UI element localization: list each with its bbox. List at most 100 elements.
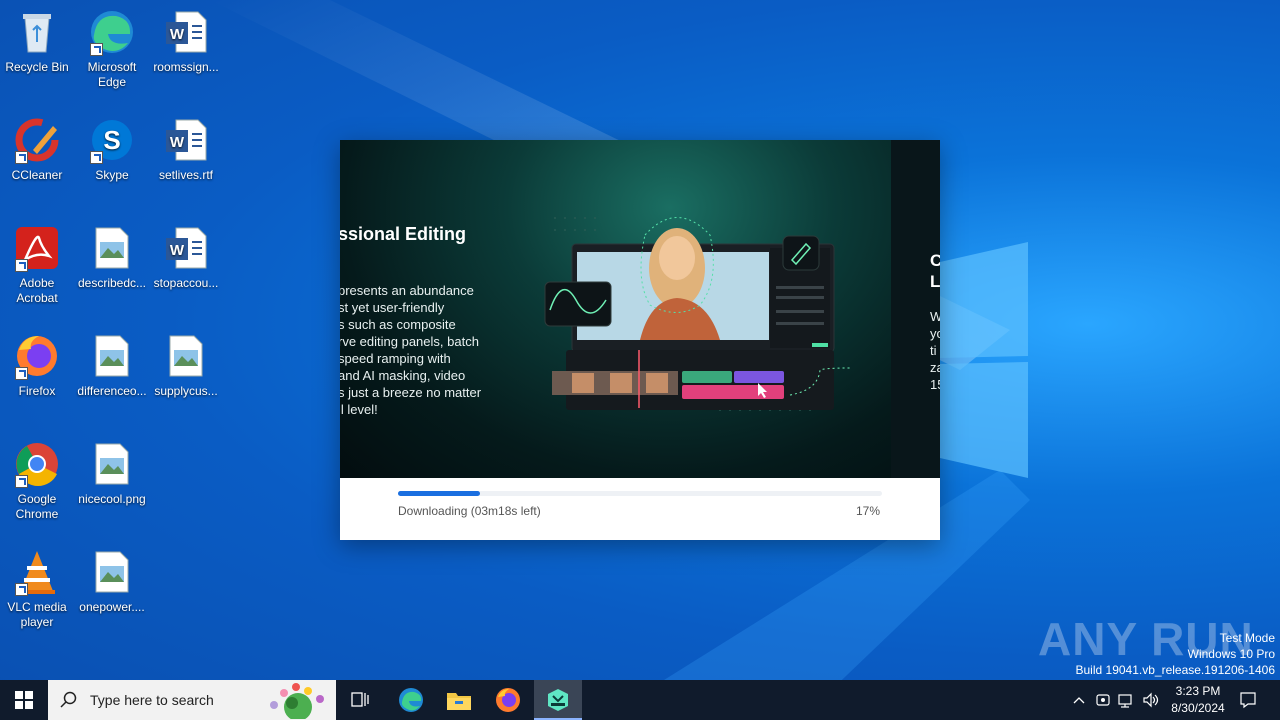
clock[interactable]: 3:23 PM 8/30/2024 <box>1160 683 1236 717</box>
start-button[interactable] <box>0 680 48 720</box>
next-slide-title-line: L <box>930 272 940 291</box>
windows-logo-icon <box>15 691 33 709</box>
volume-icon <box>1143 692 1159 708</box>
tray-app-button[interactable] <box>1092 680 1114 720</box>
slide-body-line: speed ramping with <box>340 351 451 366</box>
next-slide-body-line: W <box>930 309 940 324</box>
show-hidden-icons-button[interactable] <box>1068 680 1090 720</box>
desktop-icon-ccleaner[interactable]: CCleaner <box>0 116 74 183</box>
desktop-icon-skype[interactable]: S Skype <box>75 116 149 183</box>
desktop-icon-label: setlives.rtf <box>158 168 213 182</box>
recycle-bin-icon <box>13 8 61 56</box>
word-document-icon: W <box>162 8 210 56</box>
desktop-icon-setlives-rtf[interactable]: Wsetlives.rtf <box>149 116 223 183</box>
progress-bar <box>398 491 882 496</box>
desktop-icon-label: Adobe Acrobat <box>16 276 58 305</box>
desktop-icon-label: Skype <box>95 168 129 182</box>
clock-date: 8/30/2024 <box>1171 701 1225 715</box>
edge-icon <box>88 8 136 56</box>
slide-body-line: s such as composite <box>340 317 456 332</box>
next-slide-body-line: 15 <box>930 377 940 392</box>
desktop-icon-differenceo[interactable]: differenceo... <box>75 332 149 399</box>
image-file-icon <box>88 548 136 596</box>
installer-window[interactable]: ssional Editing presents an abundance st … <box>340 140 940 540</box>
shortcut-arrow-icon <box>90 151 103 164</box>
image-file-icon <box>88 440 136 488</box>
action-center-button[interactable] <box>1236 680 1260 720</box>
chevron-up-icon <box>1073 697 1085 704</box>
word-document-icon: W <box>162 224 210 272</box>
edge-icon <box>399 688 423 712</box>
desktop-icon-adobe-acrobat[interactable]: Adobe Acrobat <box>0 224 74 306</box>
progress-bar-fill <box>398 491 481 496</box>
svg-text:W: W <box>170 26 185 43</box>
slide-body: presents an abundance st yet user-friendl… <box>340 282 498 418</box>
build-label: Build 19041.vb_release.191206-1406 <box>1075 663 1276 677</box>
next-slide-title: CL <box>930 250 940 292</box>
taskbar-file-explorer[interactable] <box>436 680 482 720</box>
task-view-icon <box>351 692 369 707</box>
desktop-icon-onepower[interactable]: onepower.... <box>75 548 149 615</box>
desktop-icon-label: nicecool.png <box>78 492 146 506</box>
svg-text:S: S <box>103 125 120 155</box>
shortcut-arrow-icon <box>15 475 28 488</box>
slide-body-line: ll level! <box>340 402 378 417</box>
shortcut-arrow-icon <box>15 151 28 164</box>
shortcut-arrow-icon <box>15 367 28 380</box>
svg-text:W: W <box>170 242 185 259</box>
search-placeholder: Type here to search <box>90 692 214 708</box>
system-info: Test Mode Windows 10 Pro Build 19041.vb_… <box>1076 630 1276 678</box>
desktop-icon-vlc-media-player[interactable]: VLC media player <box>0 548 74 630</box>
desktop-icon-label: Microsoft Edge <box>87 60 137 89</box>
desktop-icon-label: VLC media player <box>7 600 67 629</box>
desktop-icon-nicecool-png[interactable]: nicecool.png <box>75 440 149 507</box>
task-view-button[interactable] <box>340 680 380 720</box>
next-slide-body: Wyo ti za 15 <box>930 308 940 393</box>
desktop-icon-label: stopaccou... <box>153 276 219 290</box>
next-slide-title-line: C <box>930 251 940 270</box>
shortcut-arrow-icon <box>15 259 28 272</box>
os-edition-label: Windows 10 Pro <box>1187 647 1275 661</box>
vlc-icon <box>13 548 61 596</box>
progress-status: Downloading (03m18s left) <box>398 504 541 518</box>
desktop-icon-google-chrome[interactable]: Google Chrome <box>0 440 74 522</box>
next-slide-body-line: za <box>930 360 940 375</box>
desktop-icon-recycle-bin[interactable]: Recycle Bin <box>0 8 74 75</box>
search-icon <box>60 691 77 708</box>
desktop-icon-supplycus[interactable]: supplycus... <box>149 332 223 399</box>
shortcut-arrow-icon <box>90 43 103 56</box>
slide-body-line: st yet user-friendly <box>340 300 445 315</box>
file-explorer-icon <box>447 693 471 710</box>
desktop-icon-describedc[interactable]: describedc... <box>75 224 149 291</box>
skype-icon: S <box>88 116 136 164</box>
next-slide-body-line: ti <box>930 343 937 358</box>
progress-percent: 17% <box>855 504 880 518</box>
slide-body-line: presents an abundance <box>340 283 474 298</box>
slide-body-line: and AI masking, video <box>340 368 466 383</box>
desktop-icon-label: describedc... <box>77 276 147 290</box>
svg-text:W: W <box>170 134 185 151</box>
installer-app-icon <box>548 689 568 711</box>
desktop-icon-roomssign[interactable]: Wroomssign... <box>149 8 223 75</box>
taskbar-edge[interactable] <box>388 680 434 720</box>
taskbar-firefox[interactable] <box>484 680 532 720</box>
search-highlight-icon <box>270 683 324 719</box>
desktop-icon-label: onepower.... <box>79 600 145 614</box>
network-button[interactable] <box>1116 680 1138 720</box>
test-mode-label: Test Mode <box>1219 631 1275 645</box>
desktop-icon-microsoft-edge[interactable]: Microsoft Edge <box>75 8 149 90</box>
desktop-icon-stopaccou[interactable]: Wstopaccou... <box>149 224 223 291</box>
search-box[interactable]: Type here to search <box>48 680 336 720</box>
desktop-icon-label: Firefox <box>18 384 56 398</box>
desktop-icon-firefox[interactable]: Firefox <box>0 332 74 399</box>
taskbar-installer-app[interactable] <box>534 680 582 720</box>
next-slide-body-line: yo <box>930 326 940 341</box>
volume-button[interactable] <box>1140 680 1162 720</box>
chrome-icon <box>13 440 61 488</box>
progress-section: Downloading (03m18s left) 17% <box>340 478 940 540</box>
image-file-icon <box>88 224 136 272</box>
image-file-icon <box>88 332 136 380</box>
feature-banner: ssional Editing presents an abundance st … <box>340 140 940 478</box>
desktop-icon-label: CCleaner <box>11 168 63 182</box>
ccleaner-icon <box>13 116 61 164</box>
